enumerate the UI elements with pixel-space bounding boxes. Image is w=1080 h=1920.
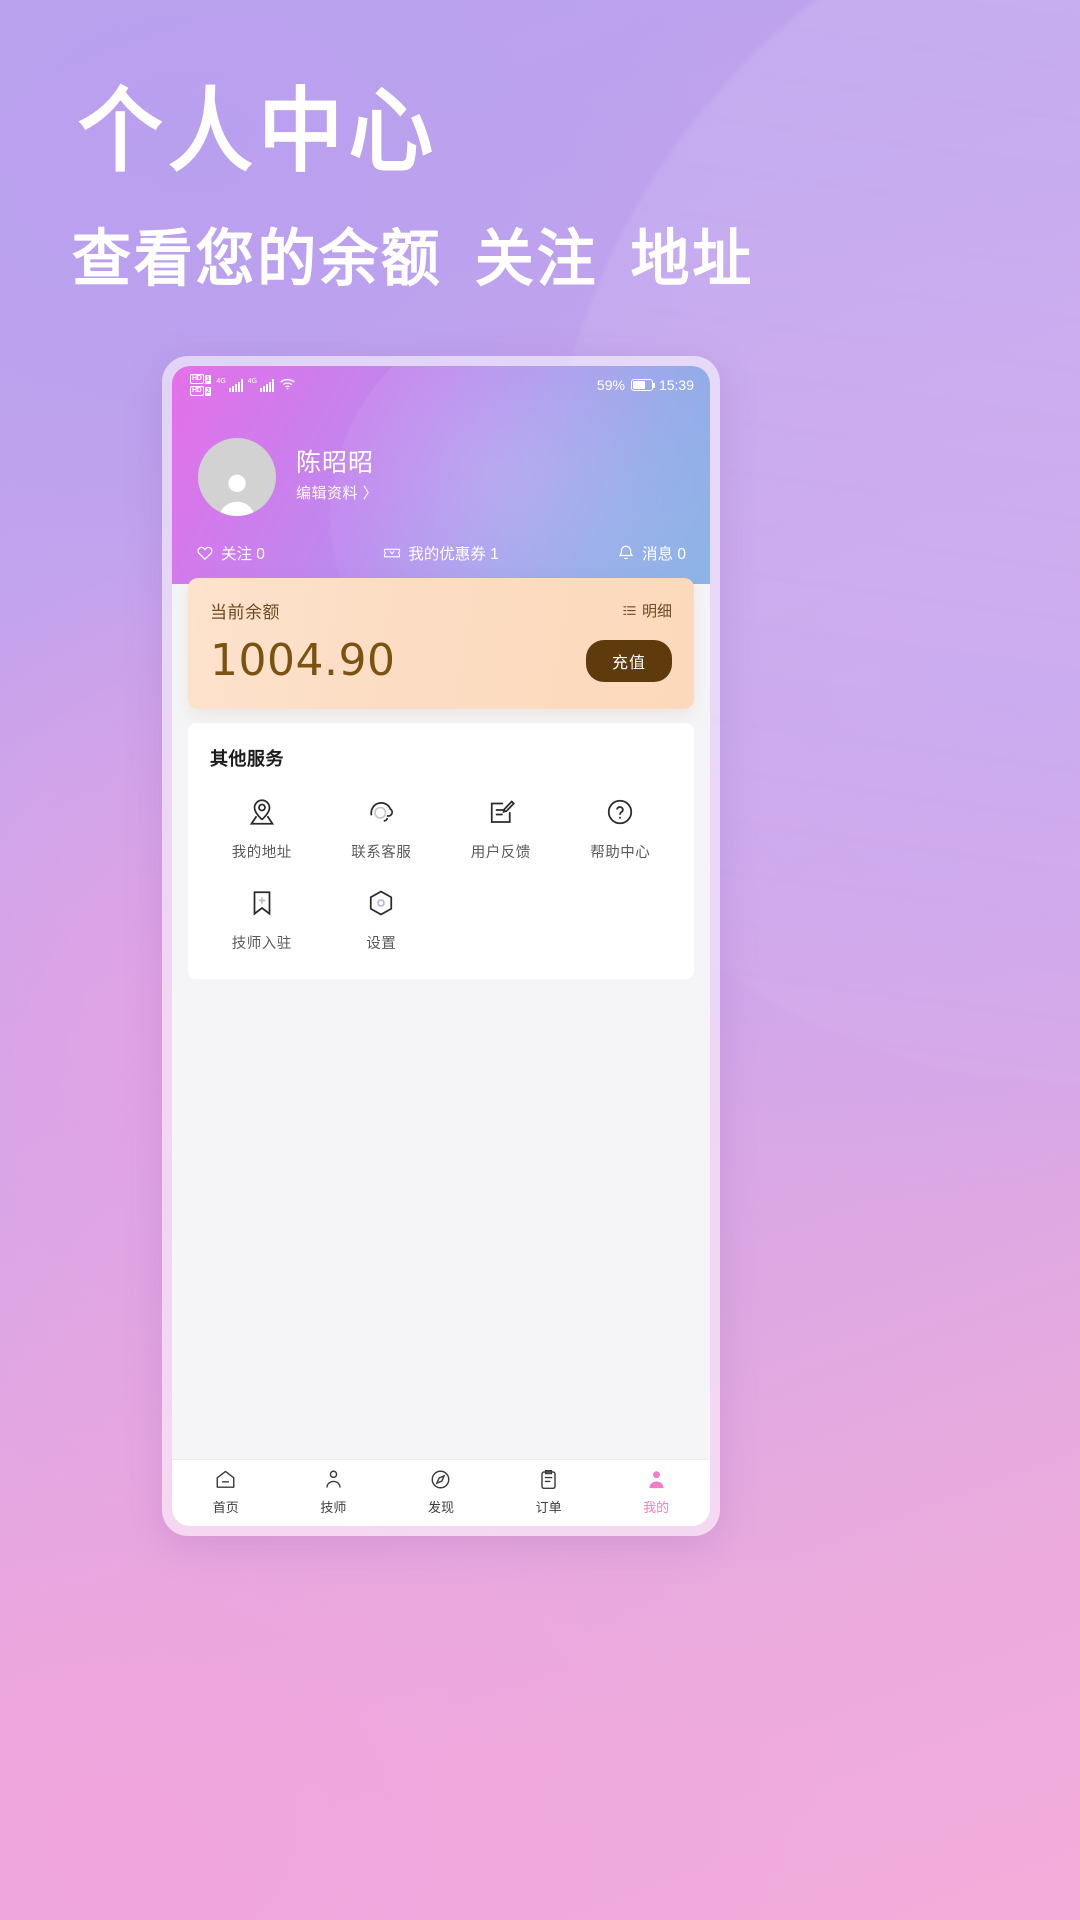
tab-home[interactable]: 首页: [172, 1468, 280, 1516]
tab-mine[interactable]: 我的: [602, 1468, 710, 1516]
settings-hexagon-icon: [366, 888, 396, 918]
other-services-card: 其他服务 我的地址 联系客服 用户反馈 帮助中心 技师入驻 设置: [188, 723, 694, 979]
balance-detail-label: 明细: [641, 603, 672, 620]
service-item-contact-support[interactable]: 联系客服: [322, 797, 442, 862]
network-type-2: 4G: [247, 378, 258, 385]
promo-subtitle-part-1: 查看您的余额: [72, 222, 443, 295]
stat-follow-label: 关注 0: [221, 546, 265, 563]
service-label: 联系客服: [351, 845, 412, 861]
service-item-technician-join[interactable]: 技师入驻: [202, 888, 322, 953]
service-label: 帮助中心: [590, 845, 651, 861]
service-item-user-feedback[interactable]: 用户反馈: [441, 797, 561, 862]
profile-section: 陈昭昭 编辑资料 〉: [172, 404, 710, 516]
balance-card: 当前余额 明细 1004.90 充值: [188, 578, 694, 709]
tab-label: 发现: [427, 1500, 454, 1515]
user-name: 陈昭昭: [296, 448, 375, 477]
tab-label: 我的: [643, 1500, 670, 1515]
phone-screen: HD 1 HD 2 4G 4G 59% 15:39 陈昭昭 编辑资料 〉 关注 …: [172, 366, 710, 1526]
hd2-label: HD: [190, 386, 204, 396]
list-detail-icon: [622, 603, 637, 618]
promo-subtitle-part-3: 地址: [630, 222, 755, 295]
stat-follow[interactable]: 关注 0: [196, 542, 265, 564]
stat-message-label: 消息 0: [642, 546, 686, 563]
bottom-tab-bar: 首页 技师 发现 订单 我的: [172, 1459, 710, 1526]
status-bar: HD 1 HD 2 4G 4G 59% 15:39: [172, 366, 710, 404]
service-label: 设置: [366, 936, 397, 952]
balance-detail-link[interactable]: 明细: [622, 600, 672, 621]
network-type-1: 4G: [216, 378, 226, 385]
stat-coupon-label: 我的优惠券 1: [408, 546, 499, 563]
stat-message[interactable]: 消息 0: [617, 542, 686, 564]
service-label: 我的地址: [231, 845, 292, 861]
discover-icon: [429, 1468, 452, 1491]
hd1-icon: HD 1: [190, 374, 212, 384]
status-bar-time: 15:39: [658, 377, 694, 393]
balance-amount: 1004.90: [210, 635, 396, 686]
status-bar-right: 59% 15:39: [597, 377, 694, 393]
tab-technician[interactable]: 技师: [280, 1468, 388, 1516]
stat-coupon[interactable]: 我的优惠券 1: [265, 542, 617, 564]
services-grid: 我的地址 联系客服 用户反馈 帮助中心 技师入驻 设置: [202, 797, 680, 953]
profile-person-icon: [645, 1468, 668, 1491]
balance-top-row: 当前余额 明细: [210, 598, 672, 623]
tab-orders[interactable]: 订单: [495, 1468, 603, 1516]
hd1-number: 1: [204, 374, 212, 384]
question-circle-icon: [605, 797, 635, 827]
phone-frame: HD 1 HD 2 4G 4G 59% 15:39 陈昭昭 编辑资料 〉 关注 …: [162, 356, 720, 1536]
stats-row: 关注 0 我的优惠券 1 消息 0: [172, 516, 710, 584]
coupon-icon: [383, 544, 401, 562]
tab-label: 首页: [212, 1500, 239, 1515]
content-filler: [172, 979, 710, 1459]
tab-label: 订单: [535, 1500, 562, 1515]
service-label: 技师入驻: [231, 936, 292, 952]
service-item-my-address[interactable]: 我的地址: [202, 797, 322, 862]
location-pin-icon: [247, 797, 277, 827]
signal-1-icon: 4G: [216, 378, 243, 392]
app-header: HD 1 HD 2 4G 4G 59% 15:39 陈昭昭 编辑资料 〉 关注 …: [172, 366, 710, 726]
home-icon: [214, 1468, 237, 1491]
headset-icon: [366, 797, 396, 827]
bookmark-plus-icon: [247, 888, 277, 918]
hd2-number: 2: [204, 386, 212, 396]
avatar[interactable]: [198, 438, 276, 516]
bell-icon: [617, 544, 635, 562]
battery-icon: [630, 379, 656, 391]
profile-text: 陈昭昭 编辑资料 〉: [296, 448, 378, 506]
balance-card-wrapper: 当前余额 明细 1004.90 充值: [172, 578, 710, 709]
tab-discover[interactable]: 发现: [387, 1468, 495, 1516]
technician-icon: [322, 1468, 345, 1491]
hd1-label: HD: [190, 374, 204, 384]
promo-title: 个人中心: [78, 78, 439, 185]
promo-subtitle: 查看您的余额 关注 地址: [72, 228, 754, 290]
hd-indicators: HD 1 HD 2: [190, 374, 212, 396]
tab-label: 技师: [320, 1500, 347, 1515]
edit-profile-link[interactable]: 编辑资料 〉: [296, 482, 378, 506]
battery-percent: 59%: [596, 377, 625, 393]
signal-bars-2: [260, 379, 275, 392]
signal-bars-1: [228, 379, 243, 392]
edit-note-icon: [486, 797, 516, 827]
heart-icon: [196, 544, 214, 562]
services-title: 其他服务: [210, 749, 284, 769]
service-label: 用户反馈: [470, 845, 531, 861]
wifi-icon: [279, 375, 296, 395]
balance-label: 当前余额: [210, 603, 280, 622]
balance-bottom-row: 1004.90 充值: [210, 639, 672, 683]
promo-subtitle-part-2: 关注: [474, 222, 599, 295]
order-clipboard-icon: [537, 1468, 560, 1491]
service-item-help-center[interactable]: 帮助中心: [561, 797, 681, 862]
recharge-button[interactable]: 充值: [585, 640, 672, 682]
service-item-settings[interactable]: 设置: [322, 888, 442, 953]
signal-2-icon: 4G: [247, 378, 275, 392]
hd2-icon: HD 2: [190, 386, 212, 396]
status-bar-left: HD 1 HD 2 4G 4G: [190, 374, 296, 396]
avatar-person-icon: [219, 474, 255, 516]
